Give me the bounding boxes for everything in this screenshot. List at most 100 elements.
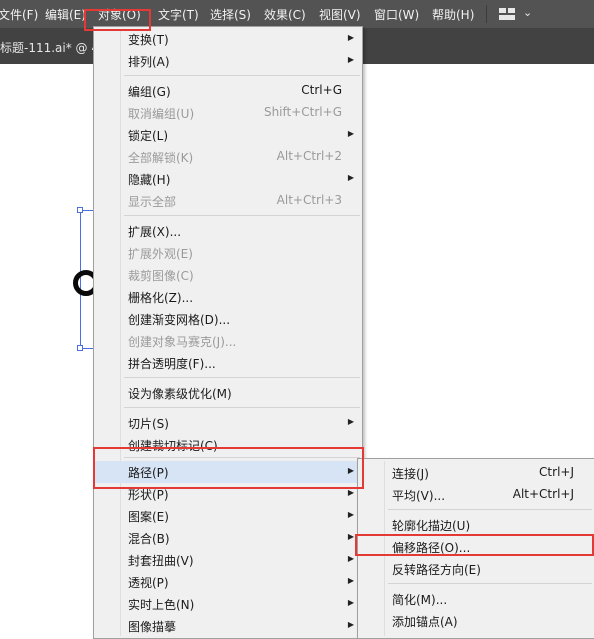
annotation-box-offset-path [355, 534, 594, 556]
menu-item-label: 简化(M)... [392, 593, 448, 607]
menu-item-expand-appearance[interactable]: 扩展外观(E) [94, 242, 362, 264]
menu-item-ungroup[interactable]: 取消编组(U) Shift+Ctrl+G [94, 102, 362, 124]
menu-item-shortcut: Alt+Ctrl+3 [276, 193, 342, 207]
menu-item-unlock-all[interactable]: 全部解锁(K) Alt+Ctrl+2 [94, 146, 362, 168]
menu-item-label: 取消编组(U) [128, 107, 195, 121]
menu-item-show-all[interactable]: 显示全部 Alt+Ctrl+3 [94, 190, 362, 212]
menu-item-transform[interactable]: 变换(T) ▶ [94, 28, 362, 50]
menu-item-label: 编组(G) [128, 85, 171, 99]
document-tab[interactable]: 标题-111.ai* @ 4 [0, 39, 99, 56]
menu-item-label: 图案(E) [128, 510, 169, 524]
object-menu-dropdown: 变换(T) ▶ 排列(A) ▶ 编组(G) Ctrl+G 取消编组(U) Shift+C… [93, 26, 363, 639]
selection-handle[interactable] [77, 207, 83, 213]
workspace-switcher-icon[interactable] [499, 8, 515, 20]
menu-item-perspective[interactable]: 透视(P) ▶ [94, 571, 362, 593]
menu-item-label: 扩展外观(E) [128, 247, 193, 261]
menu-item-shortcut: Shift+Ctrl+G [263, 105, 342, 119]
menu-item-arrange[interactable]: 排列(A) ▶ [94, 50, 362, 72]
menu-item-label: 显示全部 [128, 195, 177, 209]
menubar-divider [486, 5, 487, 23]
menu-item-label: 创建渐变网格(D)... [128, 313, 231, 327]
menu-item-gradient-mesh[interactable]: 创建渐变网格(D)... [94, 308, 362, 330]
menu-item-label: 添加锚点(A) [392, 615, 458, 629]
menu-item-label: 拼合透明度(F)... [128, 357, 216, 371]
submenu-arrow-icon: ▶ [347, 576, 354, 585]
submenu-arrow-icon: ▶ [347, 417, 354, 426]
submenu-arrow-icon: ▶ [347, 129, 354, 138]
menu-item-label: 混合(B) [128, 532, 170, 546]
menu-item-object-mosaic[interactable]: 创建对象马赛克(J)... [94, 330, 362, 352]
menu-item-label: 实时上色(N) [128, 598, 195, 612]
menu-edit[interactable]: 编辑(E) [45, 6, 86, 23]
menu-item-label: 栅格化(Z)... [128, 291, 194, 305]
menu-item-pattern[interactable]: 图案(E) ▶ [94, 505, 362, 527]
menu-item-shortcut: Ctrl+G [301, 83, 342, 97]
chevron-down-icon[interactable]: ⌄ [523, 6, 532, 19]
menu-window[interactable]: 窗口(W) [374, 6, 419, 23]
menu-item-live-paint[interactable]: 实时上色(N) ▶ [94, 593, 362, 615]
menu-item-label: 变换(T) [128, 33, 169, 47]
selection-handle[interactable] [77, 345, 83, 351]
menu-view[interactable]: 视图(V) [319, 6, 361, 23]
menu-item-slice[interactable]: 切片(S) ▶ [94, 412, 362, 434]
menu-item-label: 平均(V)... [392, 489, 446, 503]
menu-item-shortcut: Alt+Ctrl+2 [276, 149, 342, 163]
menu-item-shortcut: Alt+Ctrl+J [512, 487, 574, 501]
menu-item-label: 设为像素级优化(M) [128, 387, 232, 401]
menu-item-image-trace[interactable]: 图像描摹 ▶ [94, 615, 362, 637]
annotation-box-path-item [93, 447, 364, 489]
menu-item-lock[interactable]: 锁定(L) ▶ [94, 124, 362, 146]
menu-separator [388, 583, 592, 584]
menu-separator [388, 509, 592, 510]
submenu-arrow-icon: ▶ [347, 33, 354, 42]
menu-effect[interactable]: 效果(C) [264, 6, 306, 23]
submenu-item-simplify[interactable]: 简化(M)... [358, 588, 594, 610]
menu-item-group[interactable]: 编组(G) Ctrl+G [94, 80, 362, 102]
menu-item-hide[interactable]: 隐藏(H) ▶ [94, 168, 362, 190]
submenu-arrow-icon: ▶ [347, 55, 354, 64]
menu-separator [124, 215, 360, 216]
submenu-arrow-icon: ▶ [347, 173, 354, 182]
menu-item-label: 扩展(X)... [128, 225, 182, 239]
menu-item-label: 图像描摹 [128, 620, 177, 634]
menu-item-label: 隐藏(H) [128, 173, 171, 187]
menu-item-label: 连接(J) [392, 467, 429, 481]
submenu-item-join[interactable]: 连接(J) Ctrl+J [358, 462, 594, 484]
menu-separator [124, 377, 360, 378]
submenu-item-add-anchor-points[interactable]: 添加锚点(A) [358, 610, 594, 632]
submenu-arrow-icon: ▶ [347, 510, 354, 519]
menu-item-label: 透视(P) [128, 576, 169, 590]
annotation-box-object-menu [84, 9, 151, 31]
menu-separator [124, 407, 360, 408]
menu-item-shortcut: Ctrl+J [539, 465, 574, 479]
menu-item-label: 裁剪图像(C) [128, 269, 194, 283]
submenu-item-reverse-path-direction[interactable]: 反转路径方向(E) [358, 558, 594, 580]
menu-item-label: 创建对象马赛克(J)... [128, 335, 237, 349]
menu-item-expand[interactable]: 扩展(X)... [94, 220, 362, 242]
menu-help[interactable]: 帮助(H) [432, 6, 474, 23]
submenu-arrow-icon: ▶ [347, 598, 354, 607]
submenu-item-outline-stroke[interactable]: 轮廓化描边(U) [358, 514, 594, 536]
menu-item-label: 轮廓化描边(U) [392, 519, 471, 533]
submenu-arrow-icon: ▶ [347, 554, 354, 563]
menu-item-flatten-transparency[interactable]: 拼合透明度(F)... [94, 352, 362, 374]
menu-select[interactable]: 选择(S) [210, 6, 251, 23]
menu-item-envelope-distort[interactable]: 封套扭曲(V) ▶ [94, 549, 362, 571]
menu-item-crop-image[interactable]: 裁剪图像(C) [94, 264, 362, 286]
menu-item-label: 反转路径方向(E) [392, 563, 481, 577]
menu-item-label: 排列(A) [128, 55, 170, 69]
menu-item-label: 封套扭曲(V) [128, 554, 194, 568]
menu-file[interactable]: 文件(F) [0, 6, 38, 23]
submenu-item-average[interactable]: 平均(V)... Alt+Ctrl+J [358, 484, 594, 506]
menu-item-label: 全部解锁(K) [128, 151, 194, 165]
menu-item-label: 锁定(L) [128, 129, 169, 143]
submenu-arrow-icon: ▶ [347, 620, 354, 629]
submenu-arrow-icon: ▶ [347, 532, 354, 541]
menu-item-label: 切片(S) [128, 417, 169, 431]
menu-item-pixel-perfect[interactable]: 设为像素级优化(M) [94, 382, 362, 404]
submenu-arrow-icon: ▶ [347, 488, 354, 497]
menu-type[interactable]: 文字(T) [158, 6, 199, 23]
menu-item-rasterize[interactable]: 栅格化(Z)... [94, 286, 362, 308]
menu-item-blend[interactable]: 混合(B) ▶ [94, 527, 362, 549]
menu-separator [124, 75, 360, 76]
